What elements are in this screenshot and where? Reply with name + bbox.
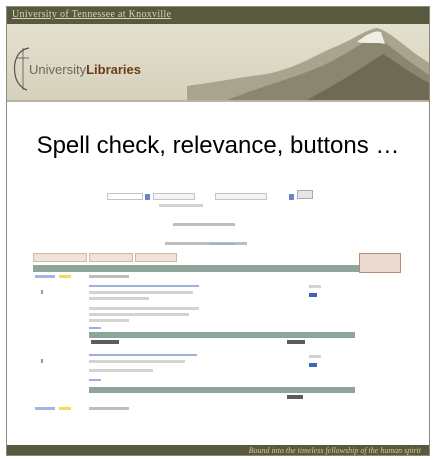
libraries-banner: UniversityLibraries bbox=[7, 24, 429, 100]
catalog-search-screenshot bbox=[33, 187, 401, 423]
footer-bar: Bound into the timeless fellowship of th… bbox=[7, 445, 429, 455]
slide-title: Spell check, relevance, buttons … bbox=[36, 132, 400, 159]
tab-sort[interactable] bbox=[135, 253, 177, 262]
record-title-link[interactable] bbox=[89, 354, 197, 356]
record-note-2 bbox=[89, 313, 189, 316]
slide-frame: University of Tennessee at Knoxville Uni… bbox=[6, 6, 430, 456]
record-more-link[interactable] bbox=[89, 379, 101, 381]
suggestion-link[interactable] bbox=[209, 243, 235, 245]
search-input[interactable] bbox=[107, 193, 143, 200]
holdings-status bbox=[287, 395, 303, 399]
record-author bbox=[89, 291, 193, 294]
holdings-header-bar bbox=[89, 332, 355, 338]
results-tabs bbox=[33, 253, 359, 263]
mountain-photo-icon bbox=[187, 28, 429, 100]
holdings-header-bar bbox=[89, 387, 355, 393]
spell-check-suggestion bbox=[173, 223, 235, 226]
book-icon[interactable] bbox=[309, 363, 317, 367]
libraries-prefix: University bbox=[29, 62, 87, 77]
holdings-status bbox=[287, 340, 305, 344]
record-note-3 bbox=[89, 319, 129, 322]
record-title-link[interactable] bbox=[89, 285, 199, 287]
search-button[interactable] bbox=[297, 190, 313, 199]
tab-results[interactable] bbox=[33, 253, 87, 262]
chevron-down-icon[interactable] bbox=[289, 194, 294, 200]
record-publisher bbox=[89, 369, 153, 372]
highlighted-term bbox=[59, 275, 71, 278]
record-number bbox=[41, 290, 43, 294]
university-link[interactable]: University of Tennessee at Knoxville bbox=[12, 9, 171, 20]
record-number bbox=[41, 359, 43, 363]
record-author bbox=[89, 360, 185, 363]
record-format bbox=[309, 285, 321, 288]
sort-by-button[interactable] bbox=[359, 253, 401, 273]
record-note bbox=[89, 307, 199, 310]
search-hint bbox=[159, 204, 203, 207]
result-range bbox=[35, 275, 55, 278]
holdings-location bbox=[91, 340, 119, 344]
results-header-bar bbox=[33, 265, 359, 272]
tab-limit[interactable] bbox=[89, 253, 133, 262]
chevron-down-icon[interactable] bbox=[145, 194, 150, 200]
footer-tagline: Bound into the timeless fellowship of th… bbox=[248, 446, 421, 455]
university-header-bar: University of Tennessee at Knoxville bbox=[7, 7, 429, 24]
banner-divider bbox=[7, 100, 429, 102]
libraries-logo-text[interactable]: UniversityLibraries bbox=[29, 62, 141, 77]
result-count bbox=[89, 275, 129, 278]
result-range bbox=[35, 407, 55, 410]
highlighted-term bbox=[59, 407, 71, 410]
result-count bbox=[89, 407, 129, 410]
libraries-name: Libraries bbox=[86, 62, 141, 77]
search-type-select[interactable] bbox=[153, 193, 195, 200]
record-more-link[interactable] bbox=[89, 327, 101, 329]
search-scope-select[interactable] bbox=[215, 193, 267, 200]
record-publisher bbox=[89, 297, 149, 300]
record-format bbox=[309, 355, 321, 358]
book-icon[interactable] bbox=[309, 293, 317, 297]
